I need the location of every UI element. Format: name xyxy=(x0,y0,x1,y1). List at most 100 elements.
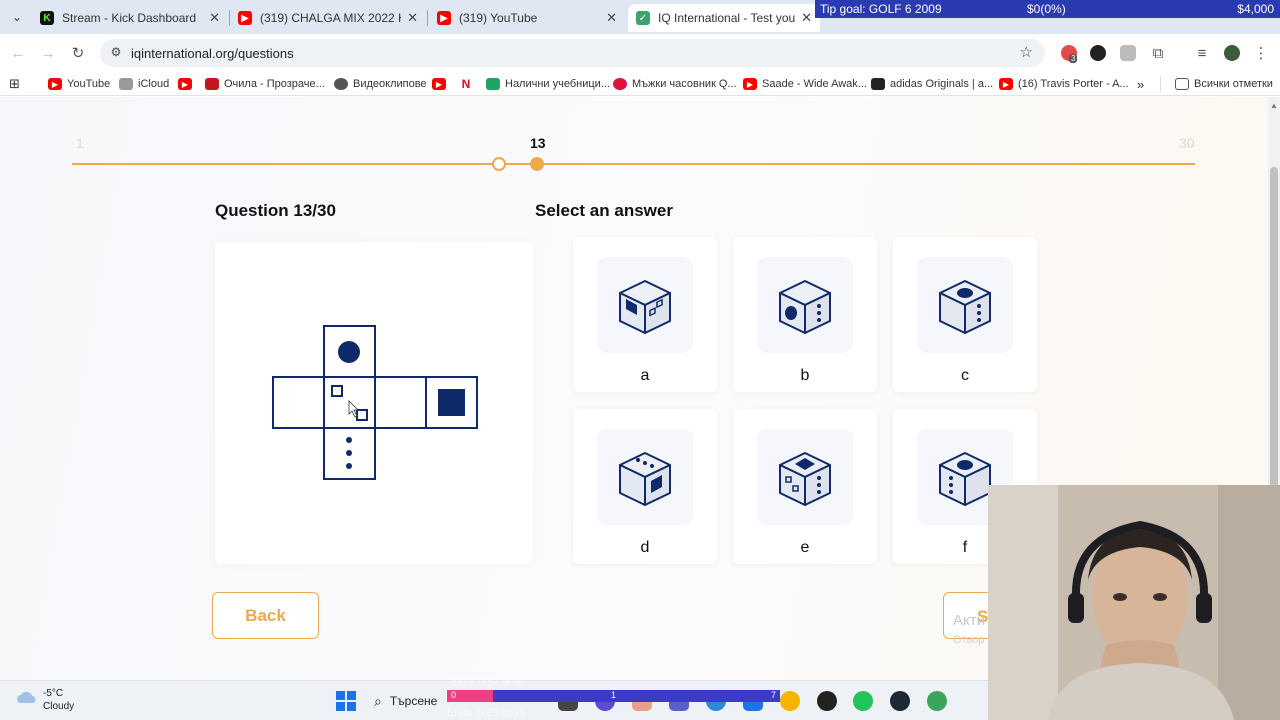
url-text[interactable]: iqinternational.org/questions xyxy=(131,46,294,61)
media-controls-icon[interactable]: ≡ xyxy=(1191,42,1213,64)
weather-temperature[interactable]: -5°C xyxy=(43,688,63,699)
subscriber-goal-bar: 0 1 7 xyxy=(447,690,780,702)
bookmark-label: iCloud xyxy=(138,78,170,90)
bookmark-label: YouTube xyxy=(67,78,111,90)
bookmark-youtube-3[interactable]: ▶ xyxy=(432,76,451,92)
spotify-icon[interactable] xyxy=(853,691,873,711)
steam-icon[interactable] xyxy=(890,691,910,711)
tip-goal-label: Tip goal: GOLF 6 2009 xyxy=(820,2,942,16)
bookmark-travis-porter[interactable]: ▶ (16) Travis Porter - A... xyxy=(999,76,1129,92)
answer-option-b[interactable]: b xyxy=(733,237,877,392)
bookmark-textbooks[interactable]: Налични учебници... xyxy=(486,76,610,92)
subscriber-goal-start: 0 xyxy=(451,690,457,700)
search-icon: ⌕ xyxy=(374,692,382,709)
youtube-favicon-icon: ▶ xyxy=(238,11,252,25)
subscriber-goal-label: Subscriber goal xyxy=(447,674,524,686)
tab-title: Stream - Kick Dashboard xyxy=(62,11,197,25)
bookmark-glasses[interactable]: Очила - Прозраче... xyxy=(205,76,325,92)
webcam-overlay xyxy=(988,485,1280,720)
question-heading: Question 13/30 xyxy=(215,201,336,220)
chrome-icon[interactable] xyxy=(780,691,800,711)
browser-menu-icon[interactable]: ⋮ xyxy=(1250,42,1272,64)
bookmark-label: adidas Originals | a... xyxy=(890,78,994,90)
youtube-icon: ▶ xyxy=(432,78,446,90)
close-tab-icon[interactable]: ✕ xyxy=(801,10,812,26)
utorrent-icon[interactable] xyxy=(927,691,947,711)
extensions-puzzle-icon[interactable]: ⧉ xyxy=(1147,42,1169,64)
bookmark-watch[interactable]: Мъжки часовник Q... xyxy=(613,76,737,92)
answer-option-a[interactable]: a xyxy=(573,237,717,392)
youtube-favicon-icon: ▶ xyxy=(437,11,451,25)
bookmark-label: Видеоклипове xyxy=(353,78,427,90)
tab-search-chevron-icon[interactable]: ⌄ xyxy=(6,6,28,28)
youtube-icon: ▶ xyxy=(48,78,62,90)
bookmark-adidas[interactable]: adidas Originals | a... xyxy=(871,76,993,92)
net-dot-symbol xyxy=(346,437,352,443)
bookmark-youtube[interactable]: ▶ YouTube xyxy=(48,76,110,92)
tab-title: (319) YouTube xyxy=(459,11,538,25)
more-bookmarks-chevron-icon[interactable]: » xyxy=(1137,76,1144,92)
search-label: Търсене xyxy=(389,694,438,708)
windows-start-icon[interactable] xyxy=(336,691,356,711)
net-circle-symbol xyxy=(338,341,360,363)
answer-letter: a xyxy=(640,367,650,384)
subscriber-goal-target: 7 xyxy=(770,690,776,700)
bookmark-star-icon[interactable]: ☆ xyxy=(1020,43,1033,61)
bookmark-saade[interactable]: ▶ Saade - Wide Awak... xyxy=(743,76,867,92)
tab-divider xyxy=(427,10,428,26)
apple-icon xyxy=(119,78,133,90)
youtube-icon: ▶ xyxy=(743,78,757,90)
close-tab-icon[interactable]: ✕ xyxy=(407,10,418,26)
tab-iq-international[interactable]: ✓ IQ International - Test your Inte ✕ xyxy=(628,4,820,32)
tab-chalga-mix[interactable]: ▶ (319) CHALGA MIX 2022 HIT M ✕ xyxy=(230,4,426,32)
back-button[interactable]: Back xyxy=(212,592,319,639)
bookmark-icloud[interactable]: iCloud xyxy=(119,76,169,92)
tab-youtube[interactable]: ▶ (319) YouTube ✕ xyxy=(429,4,625,32)
answer-option-c[interactable]: c xyxy=(893,237,1037,392)
tab-title: (319) CHALGA MIX 2022 HIT M xyxy=(260,11,401,25)
bookmark-youtube-2[interactable]: ▶ xyxy=(178,76,197,92)
close-tab-icon[interactable]: ✕ xyxy=(209,10,220,26)
close-tab-icon[interactable]: ✕ xyxy=(606,10,617,26)
bookmark-label: Мъжки часовник Q... xyxy=(632,78,737,90)
subscriber-goal-ends-in: Ends in 21 days xyxy=(447,707,526,719)
answer-option-e[interactable]: e xyxy=(733,409,877,564)
reload-icon[interactable]: ↻ xyxy=(67,42,89,64)
net-dot-symbol xyxy=(346,463,352,469)
tip-goal-progress: $0(0%) xyxy=(1027,2,1066,16)
obs-icon[interactable] xyxy=(817,691,837,711)
mouse-cursor-icon xyxy=(348,400,359,418)
bookmark-label: Очила - Прозраче... xyxy=(224,78,325,90)
net-face-right xyxy=(374,376,427,429)
apps-grid-icon[interactable]: ⊞ xyxy=(9,76,20,92)
forward-arrow-icon[interactable]: → xyxy=(37,42,59,64)
taskbar-search[interactable]: ⌕ Търсене xyxy=(366,689,446,713)
bookmark-videoclips[interactable]: Видеоклипове xyxy=(334,76,427,92)
answer-letter: c xyxy=(961,367,969,384)
drive-icon xyxy=(486,78,500,90)
address-bar[interactable]: ⚙ iqinternational.org/questions ☆ xyxy=(100,39,1045,67)
progress-start-label: 1 xyxy=(76,135,84,151)
all-bookmarks-folder[interactable]: Всички отметки xyxy=(1160,76,1273,92)
scroll-up-arrow-icon[interactable]: ▲ xyxy=(1270,101,1278,110)
subscriber-goal-current: 1 xyxy=(611,690,617,700)
bookmark-netflix[interactable]: N xyxy=(459,76,478,92)
extension-cat-icon[interactable] xyxy=(1090,45,1106,61)
tip-goal-overlay: Tip goal: GOLF 6 2009 $0(0%) $4,000 xyxy=(815,0,1280,18)
net-small-square-symbol xyxy=(356,409,368,421)
activate-windows-subtitle: Отвор xyxy=(953,634,985,646)
globe-icon xyxy=(334,78,348,90)
cloud-icon xyxy=(17,691,36,703)
extension-shield-icon[interactable] xyxy=(1120,45,1136,61)
tab-kick-dashboard[interactable]: K Stream - Kick Dashboard ✕ xyxy=(32,4,228,32)
profile-avatar[interactable] xyxy=(1224,45,1240,61)
net-filled-square-symbol xyxy=(438,389,465,416)
back-arrow-icon[interactable]: ← xyxy=(7,42,29,64)
answer-option-d[interactable]: d xyxy=(573,409,717,564)
weather-condition[interactable]: Cloudy xyxy=(43,701,74,712)
extension-badge: 3 xyxy=(1069,54,1078,63)
progress-current-marker xyxy=(530,157,544,171)
youtube-icon: ▶ xyxy=(999,78,1013,90)
site-info-icon[interactable]: ⚙ xyxy=(108,45,124,61)
net-small-square-symbol xyxy=(331,385,343,397)
